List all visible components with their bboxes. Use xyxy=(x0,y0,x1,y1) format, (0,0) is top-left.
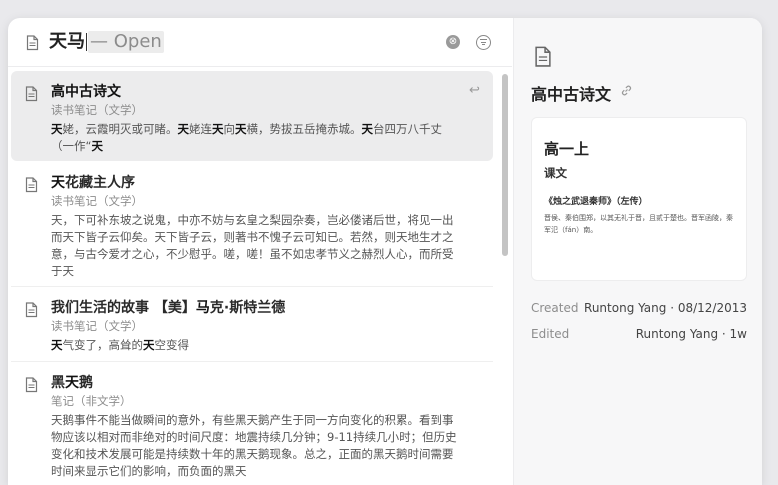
edited-value: Runtong Yang · 1w xyxy=(635,327,747,341)
preview-pane: 高中古诗文 高一上 课文 《烛之武退秦师》（左传） 晋侯、秦伯围郑，以其无礼于晋… xyxy=(513,18,762,485)
result-title: 黑天鹅 xyxy=(51,375,93,391)
search-suggestion: — Open xyxy=(88,31,164,53)
results-pane: 天马 — Open ⊗ 高中古诗文 ↩ 读书笔记（文学） 天姥，云霞明灭或可睹。… xyxy=(8,18,512,485)
result-item[interactable]: 黑天鹅 笔记（非文学） 天鹅事件不能当做瞬间的意外，有些黑天鹅产生于同一方向变化… xyxy=(11,362,493,485)
document-icon xyxy=(26,35,39,51)
result-title: 天花藏主人序 xyxy=(51,175,135,191)
result-snippet: 天，下可补东坡之说鬼，中亦不妨与玄皇之梨园杂奏，岂必偻诸后世，将见一出而天下皆子… xyxy=(51,213,454,278)
clear-search-button[interactable]: ⊗ xyxy=(446,35,460,49)
search-input[interactable]: 天马 — Open xyxy=(49,31,164,53)
result-snippet: 天气变了，高耸的天空变得 xyxy=(51,338,189,352)
card-heading: 高一上 xyxy=(544,140,590,158)
card-section: 《烛之武退秦师》（左传） xyxy=(544,197,648,207)
result-category: 读书笔记（文学） xyxy=(51,194,143,208)
result-category: 读书笔记（文学） xyxy=(51,103,143,117)
enter-key-icon: ↩ xyxy=(469,83,480,98)
result-snippet: 天鹅事件不能当做瞬间的意外，有些黑天鹅产生于同一方向变化的积累。看到事物应该以相… xyxy=(51,413,457,478)
card-subheading: 课文 xyxy=(544,166,567,180)
search-query: 天马 xyxy=(49,31,85,52)
card-body: 晋侯、秦伯围郑，以其无礼于晋，且贰于楚也。晋军函陵，秦军氾（fán）南。 xyxy=(544,214,733,234)
result-title: 我们生活的故事 【美】马克·斯特兰德 xyxy=(51,300,286,316)
result-item[interactable]: 高中古诗文 ↩ 读书笔记（文学） 天姥，云霞明灭或可睹。天姥连天向天横，势拔五岳… xyxy=(11,71,493,161)
document-icon xyxy=(25,177,38,193)
text-caret xyxy=(86,33,87,51)
scrollbar-thumb[interactable] xyxy=(502,74,508,256)
quick-open-window: 天马 — Open ⊗ 高中古诗文 ↩ 读书笔记（文学） 天姥，云霞明灭或可睹。… xyxy=(8,18,762,485)
created-value: Runtong Yang · 08/12/2013 xyxy=(584,301,747,315)
filter-icon[interactable] xyxy=(476,35,491,50)
preview-title: 高中古诗文 xyxy=(531,85,612,104)
document-icon xyxy=(25,377,38,393)
result-item[interactable]: 天花藏主人序 读书笔记（文学） 天，下可补东坡之说鬼，中亦不妨与玄皇之梨园杂奏，… xyxy=(11,162,493,287)
created-label: Created xyxy=(531,301,579,315)
link-icon[interactable] xyxy=(620,84,633,101)
result-category: 读书笔记（文学） xyxy=(51,319,143,333)
document-icon xyxy=(25,86,38,102)
result-category: 笔记（非文学） xyxy=(51,394,132,408)
document-icon xyxy=(535,46,551,67)
edited-label: Edited xyxy=(531,327,570,341)
result-title: 高中古诗文 xyxy=(51,84,121,100)
search-bar: 天马 — Open ⊗ xyxy=(8,18,512,67)
preview-card[interactable]: 高一上 课文 《烛之武退秦师》（左传） 晋侯、秦伯围郑，以其无礼于晋，且贰于楚也… xyxy=(531,117,747,281)
result-item[interactable]: 我们生活的故事 【美】马克·斯特兰德 读书笔记（文学） 天气变了，高耸的天空变得 xyxy=(11,287,493,362)
result-snippet: 天姥，云霞明灭或可睹。天姥连天向天横，势拔五岳掩赤城。天台四万八千丈（一作“天 xyxy=(51,122,442,153)
document-icon xyxy=(25,302,38,318)
